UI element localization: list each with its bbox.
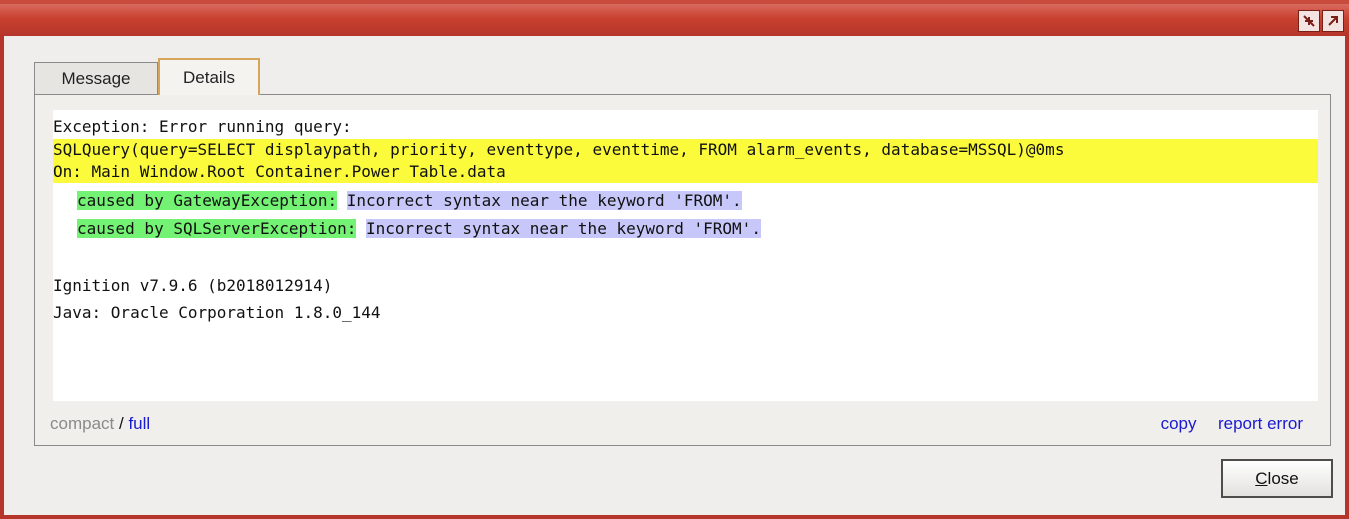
cause-line-2: caused by SQLServerException: Incorrect … [77,218,761,240]
close-mnemonic: C [1255,468,1268,488]
tab-details[interactable]: Details [158,58,260,95]
exception-line: Exception: Error running query: [53,117,352,136]
cause-label-1: caused by GatewayException: [77,191,338,210]
title-bar[interactable] [0,0,1349,36]
details-panel: Exception: Error running query: SQLQuery… [34,94,1331,446]
version-line: Ignition v7.9.6 (b2018012914) [53,276,333,295]
tab-message[interactable]: Message [34,62,158,94]
tab-message-label: Message [61,68,131,88]
full-link[interactable]: full [128,414,150,433]
footer-actions: copy report error [1161,414,1303,434]
cause-message-2: Incorrect syntax near the keyword 'FROM'… [366,219,761,238]
error-dialog: Message Details Exception: Error running… [0,0,1349,519]
details-text-area[interactable]: Exception: Error running query: SQLQuery… [53,110,1318,401]
java-line: Java: Oracle Corporation 1.8.0_144 [53,303,381,322]
close-button[interactable]: Close [1221,459,1333,498]
view-mode-toggle: compact / full [50,414,150,434]
report-error-link[interactable]: report error [1218,414,1303,433]
arrows-in-icon[interactable] [1298,10,1320,32]
close-button-label: lose [1267,468,1299,488]
copy-link[interactable]: copy [1161,414,1197,433]
query-line: SQLQuery(query=SELECT displaypath, prior… [53,139,1318,161]
cause-label-2: caused by SQLServerException: [77,219,357,238]
tab-details-label: Details [183,67,235,87]
compact-link[interactable]: compact [50,414,114,433]
cause-line-1: caused by GatewayException: Incorrect sy… [77,190,742,212]
view-separator: / [118,414,124,433]
origin-line: On: Main Window.Root Container.Power Tab… [53,161,1318,183]
arrow-out-icon[interactable] [1322,10,1344,32]
cause-message-1: Incorrect syntax near the keyword 'FROM'… [346,191,742,210]
